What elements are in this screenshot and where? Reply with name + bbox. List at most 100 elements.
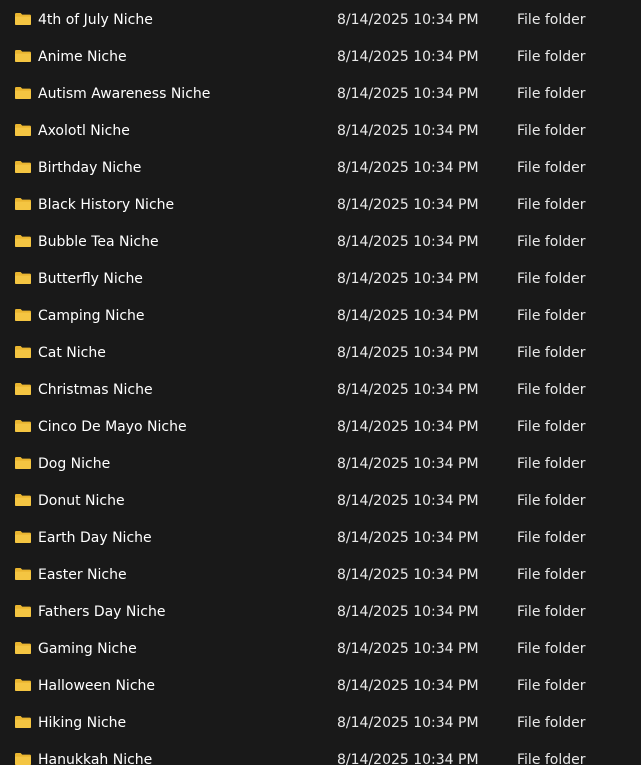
date-modified: 8/14/2025 10:34 PM xyxy=(337,715,479,731)
file-name: Bubble Tea Niche xyxy=(38,234,159,250)
folder-icon xyxy=(14,160,32,174)
file-row[interactable]: 4th of July Niche 8/14/2025 10:34 PM File … xyxy=(0,1,641,38)
folder-icon xyxy=(14,12,32,26)
folder-icon xyxy=(14,641,32,655)
file-row[interactable]: Gaming Niche 8/14/2025 10:34 PM File folde… xyxy=(0,630,641,667)
file-name: Birthday Niche xyxy=(38,160,142,176)
date-modified: 8/14/2025 10:34 PM xyxy=(337,160,479,176)
date-modified: 8/14/2025 10:34 PM xyxy=(337,382,479,398)
file-name: Cinco De Mayo Niche xyxy=(38,419,187,435)
file-row[interactable]: Bubble Tea Niche 8/14/2025 10:34 PM File f… xyxy=(0,223,641,260)
folder-icon xyxy=(14,567,32,581)
date-modified: 8/14/2025 10:34 PM xyxy=(337,123,479,139)
file-type: File folder xyxy=(517,678,586,694)
folder-icon xyxy=(14,234,32,248)
file-name: Earth Day Niche xyxy=(38,530,152,546)
file-type: File folder xyxy=(517,160,586,176)
date-modified: 8/14/2025 10:34 PM xyxy=(337,530,479,546)
file-type: File folder xyxy=(517,567,586,583)
file-name: 4th of July Niche xyxy=(38,12,153,28)
file-row[interactable]: Black History Niche 8/14/2025 10:34 PM Fil… xyxy=(0,186,641,223)
date-modified: 8/14/2025 10:34 PM xyxy=(337,493,479,509)
file-row[interactable]: Birthday Niche 8/14/2025 10:34 PM File fol… xyxy=(0,149,641,186)
file-row[interactable]: Donut Niche 8/14/2025 10:34 PM File folder xyxy=(0,482,641,519)
folder-icon xyxy=(14,271,32,285)
folder-icon xyxy=(14,308,32,322)
date-modified: 8/14/2025 10:34 PM xyxy=(337,567,479,583)
folder-icon xyxy=(14,123,32,137)
file-type: File folder xyxy=(517,456,586,472)
folder-icon xyxy=(14,752,32,765)
date-modified: 8/14/2025 10:34 PM xyxy=(337,752,479,765)
folder-icon xyxy=(14,530,32,544)
date-modified: 8/14/2025 10:34 PM xyxy=(337,641,479,657)
file-name: Halloween Niche xyxy=(38,678,155,694)
folder-icon xyxy=(14,197,32,211)
file-name: Butterfly Niche xyxy=(38,271,143,287)
file-type: File folder xyxy=(517,382,586,398)
file-row[interactable]: Earth Day Niche 8/14/2025 10:34 PM File fo… xyxy=(0,519,641,556)
date-modified: 8/14/2025 10:34 PM xyxy=(337,308,479,324)
folder-icon xyxy=(14,456,32,470)
folder-icon xyxy=(14,604,32,618)
file-row[interactable]: Camping Niche 8/14/2025 10:34 PM File fold… xyxy=(0,297,641,334)
file-name: Fathers Day Niche xyxy=(38,604,166,620)
file-type: File folder xyxy=(517,419,586,435)
date-modified: 8/14/2025 10:34 PM xyxy=(337,197,479,213)
file-name: Camping Niche xyxy=(38,308,145,324)
file-row[interactable]: Autism Awareness Niche 8/14/2025 10:34 PM… xyxy=(0,75,641,112)
file-name: Cat Niche xyxy=(38,345,106,361)
file-row[interactable]: Dog Niche 8/14/2025 10:34 PM File folder xyxy=(0,445,641,482)
file-type: File folder xyxy=(517,604,586,620)
folder-icon xyxy=(14,493,32,507)
file-row[interactable]: Halloween Niche 8/14/2025 10:34 PM File fo… xyxy=(0,667,641,704)
file-name: Black History Niche xyxy=(38,197,175,213)
file-type: File folder xyxy=(517,493,586,509)
file-type: File folder xyxy=(517,641,586,657)
file-row[interactable]: Easter Niche 8/14/2025 10:34 PM File folde… xyxy=(0,556,641,593)
file-name: Axolotl Niche xyxy=(38,123,130,139)
file-row[interactable]: Axolotl Niche 8/14/2025 10:34 PM File fold… xyxy=(0,112,641,149)
file-row[interactable]: Cinco De Mayo Niche 8/14/2025 10:34 PM Fil… xyxy=(0,408,641,445)
file-type: File folder xyxy=(517,308,586,324)
folder-icon xyxy=(14,678,32,692)
date-modified: 8/14/2025 10:34 PM xyxy=(337,49,479,65)
date-modified: 8/14/2025 10:34 PM xyxy=(337,419,479,435)
file-name: Christmas Niche xyxy=(38,382,153,398)
file-type: File folder xyxy=(517,345,586,361)
date-modified: 8/14/2025 10:34 PM xyxy=(337,86,479,102)
folder-icon xyxy=(14,49,32,63)
date-modified: 8/14/2025 10:34 PM xyxy=(337,456,479,472)
file-row[interactable]: Fathers Day Niche 8/14/2025 10:34 PM File … xyxy=(0,593,641,630)
file-type: File folder xyxy=(517,49,586,65)
date-modified: 8/14/2025 10:34 PM xyxy=(337,678,479,694)
folder-icon xyxy=(14,382,32,396)
file-name: Donut Niche xyxy=(38,493,125,509)
file-type: File folder xyxy=(517,271,586,287)
file-type: File folder xyxy=(517,715,586,731)
file-name: Hanukkah Niche xyxy=(38,752,153,765)
file-type: File folder xyxy=(517,530,586,546)
file-name: Autism Awareness Niche xyxy=(38,86,211,102)
file-row[interactable]: Anime Niche 8/14/2025 10:34 PM File folder xyxy=(0,38,641,75)
folder-icon xyxy=(14,345,32,359)
file-name: Gaming Niche xyxy=(38,641,137,657)
folder-icon xyxy=(14,715,32,729)
date-modified: 8/14/2025 10:34 PM xyxy=(337,604,479,620)
file-row[interactable]: Hiking Niche 8/14/2025 10:34 PM File folde… xyxy=(0,704,641,741)
file-name: Anime Niche xyxy=(38,49,127,65)
file-row[interactable]: Christmas Niche 8/14/2025 10:34 PM File fo… xyxy=(0,371,641,408)
file-name: Easter Niche xyxy=(38,567,127,583)
file-row[interactable]: Hanukkah Niche 8/14/2025 10:34 PM File fol… xyxy=(0,741,641,765)
file-type: File folder xyxy=(517,234,586,250)
file-name: Dog Niche xyxy=(38,456,111,472)
file-row[interactable]: Butterfly Niche 8/14/2025 10:34 PM File fo… xyxy=(0,260,641,297)
file-list: 4th of July Niche 8/14/2025 10:34 PM File … xyxy=(0,0,641,765)
file-row[interactable]: Cat Niche 8/14/2025 10:34 PM File folder xyxy=(0,334,641,371)
file-type: File folder xyxy=(517,197,586,213)
file-type: File folder xyxy=(517,86,586,102)
file-type: File folder xyxy=(517,123,586,139)
file-type: File folder xyxy=(517,752,586,765)
date-modified: 8/14/2025 10:34 PM xyxy=(337,234,479,250)
date-modified: 8/14/2025 10:34 PM xyxy=(337,271,479,287)
